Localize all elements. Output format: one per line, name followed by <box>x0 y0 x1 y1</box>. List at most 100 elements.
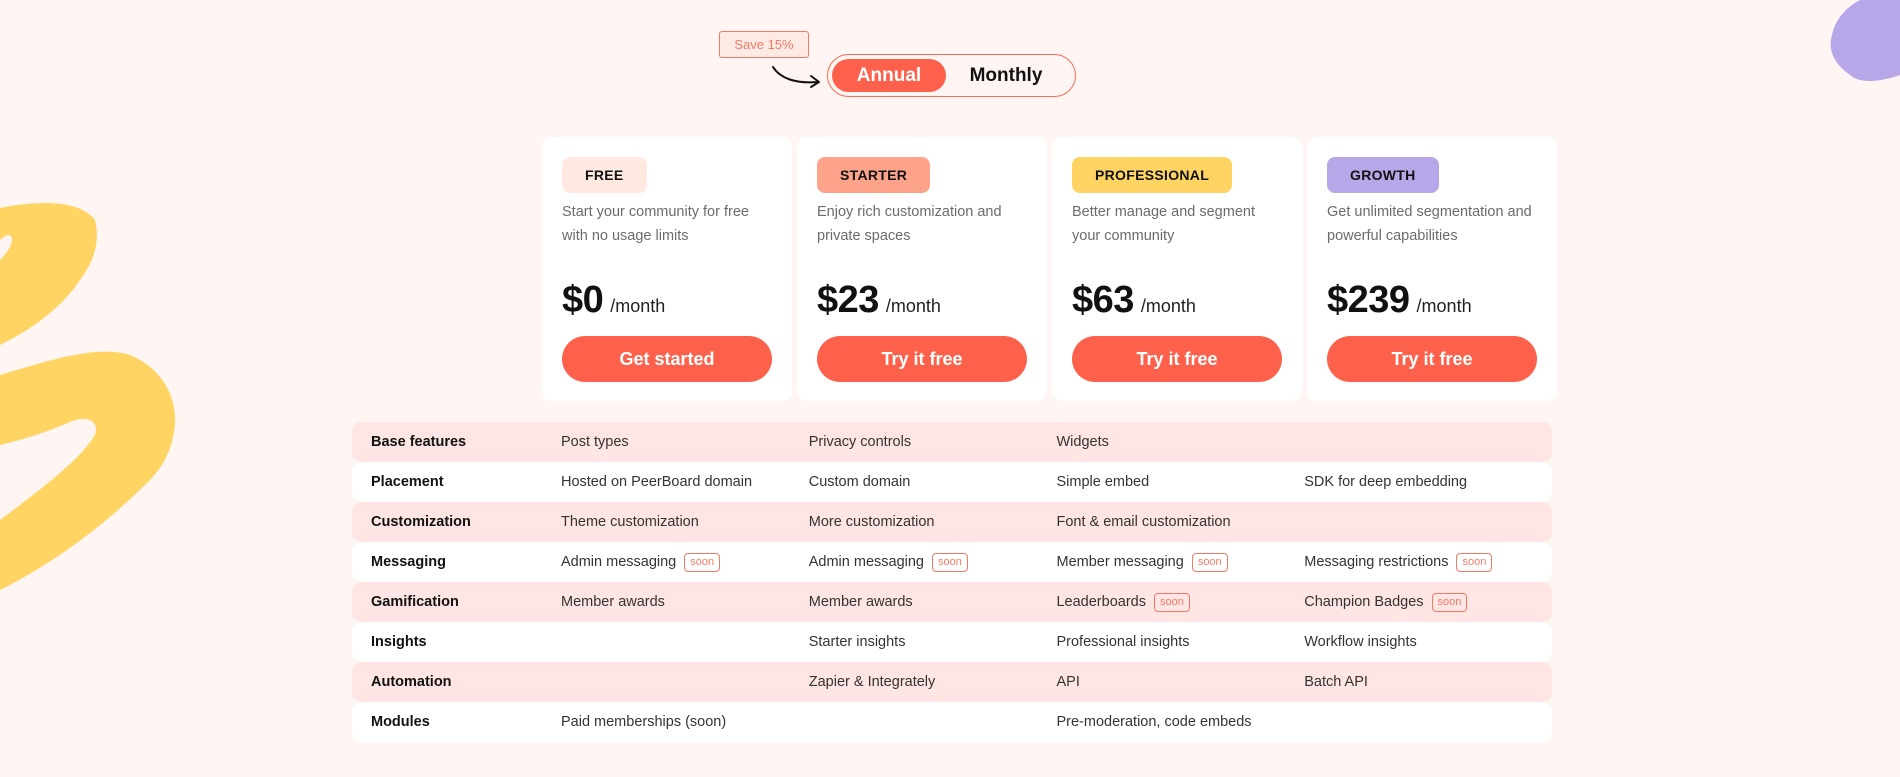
plan-description: Get unlimited segmentation and powerful … <box>1327 204 1532 244</box>
plan-price: $0 /month <box>562 279 772 322</box>
feature-value-text: Professional insights <box>1056 634 1190 650</box>
feature-value: Post types <box>561 434 809 450</box>
feature-category: Customization <box>371 514 471 530</box>
tier-badge: PROFESSIONAL <box>1072 157 1233 193</box>
plan-price: $23 /month <box>817 279 1027 322</box>
soon-badge: soon <box>684 552 721 572</box>
feature-value: Widgets <box>1056 434 1304 450</box>
feature-value-text: Champion Badges <box>1304 594 1424 610</box>
feature-value-text: Custom domain <box>808 474 911 490</box>
feature-value: More customization <box>809 514 1057 530</box>
feature-value: API <box>1056 674 1304 690</box>
soon-badge: soon <box>1191 552 1228 572</box>
monthly-option[interactable]: Monthly <box>946 59 1066 92</box>
feature-row: Gamification Member awards Member awards Le… <box>352 582 1552 622</box>
feature-value-text: Font & email customization <box>1056 514 1231 530</box>
get-started-button[interactable]: Get started <box>562 336 772 382</box>
feature-category: Base features <box>371 434 467 450</box>
price-amount: $0 <box>562 279 604 321</box>
soon-badge: soon <box>1456 552 1493 572</box>
feature-value: Messaging restrictions soon <box>1304 552 1552 572</box>
curved-arrow-icon <box>772 66 820 88</box>
feature-comparison-table: Base features Post types Privacy controls W… <box>352 422 1552 742</box>
price-period: /month <box>885 296 941 316</box>
feature-category: Insights <box>371 634 427 650</box>
purple-brush-stroke-decoration <box>1830 0 1900 82</box>
soon-badge: soon <box>1431 592 1468 612</box>
soon-badge: soon <box>931 552 968 572</box>
tier-badge: STARTER <box>817 157 931 193</box>
feature-value-text: Member awards <box>560 594 665 610</box>
price-amount: $239 <box>1327 279 1410 321</box>
feature-value: Custom domain <box>809 474 1057 490</box>
feature-value: Paid memberships (soon) <box>561 714 809 730</box>
feature-row: Customization Theme customization More cus… <box>352 502 1552 542</box>
feature-value-text: Starter insights <box>808 634 906 650</box>
feature-category: Automation <box>371 674 452 690</box>
tier-badge: FREE <box>562 157 647 193</box>
feature-value-text: Simple embed <box>1056 474 1150 490</box>
plan-description: Start your community for free with no us… <box>562 204 749 244</box>
feature-value: Member messaging soon <box>1056 552 1304 572</box>
plan-description: Better manage and segment your community <box>1072 204 1255 244</box>
feature-value-text: Hosted on PeerBoard domain <box>560 474 753 490</box>
tier-badge: GROWTH <box>1327 157 1439 193</box>
feature-value: Admin messaging soon <box>808 552 1057 572</box>
feature-value: Zapier & Integrately <box>809 674 1057 690</box>
feature-value: Batch API <box>1304 674 1552 690</box>
price-period: /month <box>610 296 666 316</box>
price-amount: $23 <box>817 279 879 321</box>
feature-value: Font & email customization <box>1056 514 1304 530</box>
feature-row: Placement Hosted on PeerBoard domain Custo… <box>352 462 1552 502</box>
plan-card-growth: GROWTH Get unlimited segmentation and po… <box>1307 137 1557 401</box>
feature-value-text: Paid memberships (soon) <box>560 714 727 730</box>
feature-value: Professional insights <box>1056 634 1304 650</box>
feature-value: Hosted on PeerBoard domain <box>561 474 809 490</box>
feature-value-text: Pre-moderation, code embeds <box>1056 714 1252 730</box>
plan-cards: FREE Start your community for free with … <box>542 137 1557 401</box>
feature-value-text: API <box>1056 674 1080 690</box>
feature-value-text: Theme customization <box>560 514 699 530</box>
feature-value: Privacy controls <box>809 434 1057 450</box>
feature-value: Workflow insights <box>1304 634 1552 650</box>
feature-value-text: More customization <box>808 514 935 530</box>
plan-card-professional: PROFESSIONAL Better manage and segment y… <box>1052 137 1302 401</box>
feature-value: Starter insights <box>809 634 1057 650</box>
plan-price: $63 /month <box>1072 279 1282 322</box>
feature-row: Modules Paid memberships (soon) Pre-modera… <box>352 702 1552 742</box>
soon-badge: soon <box>1153 592 1190 612</box>
feature-value: Champion Badges soon <box>1304 592 1552 612</box>
price-period: /month <box>1140 296 1196 316</box>
feature-value-text: Privacy controls <box>808 434 912 450</box>
feature-category: Placement <box>371 474 444 490</box>
feature-value: Member awards <box>809 594 1057 610</box>
feature-category: Modules <box>371 714 430 730</box>
try-free-button[interactable]: Try it free <box>1327 336 1537 382</box>
feature-value-text: Admin messaging <box>808 554 924 570</box>
billing-period-toggle: Annual Monthly <box>827 54 1076 97</box>
feature-value-text: Admin messaging <box>560 554 677 570</box>
plan-card-starter: STARTER Enjoy rich customization and pri… <box>797 137 1047 401</box>
feature-category: Messaging <box>371 554 446 570</box>
feature-value-text: Zapier & Integrately <box>808 674 936 690</box>
feature-value: Pre-moderation, code embeds <box>1056 714 1304 730</box>
price-period: /month <box>1416 296 1472 316</box>
try-free-button[interactable]: Try it free <box>817 336 1027 382</box>
feature-value-text: Messaging restrictions <box>1304 554 1449 570</box>
plan-card-free: FREE Start your community for free with … <box>542 137 792 401</box>
feature-value-text: Batch API <box>1304 674 1368 690</box>
feature-row: Messaging Admin messaging soon Admin messag… <box>352 542 1552 582</box>
feature-value-text: Widgets <box>1056 434 1109 450</box>
try-free-button[interactable]: Try it free <box>1072 336 1282 382</box>
feature-value-text: Member messaging <box>1056 554 1184 570</box>
feature-value: Simple embed <box>1056 474 1304 490</box>
yellow-brush-stroke-decoration <box>0 203 175 590</box>
save-discount-badge: Save 15% <box>719 31 809 58</box>
feature-value: Theme customization <box>561 514 809 530</box>
plan-price: $239 /month <box>1327 279 1537 322</box>
feature-value-text: Leaderboards <box>1056 594 1146 610</box>
plan-description: Enjoy rich customization and private spa… <box>817 204 1002 244</box>
annual-option[interactable]: Annual <box>832 59 946 92</box>
feature-category: Gamification <box>371 594 459 610</box>
feature-value: SDK for deep embedding <box>1304 474 1552 490</box>
